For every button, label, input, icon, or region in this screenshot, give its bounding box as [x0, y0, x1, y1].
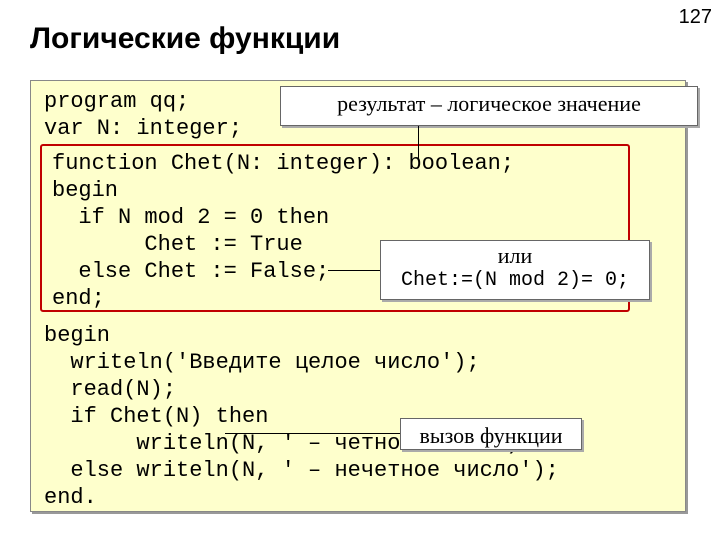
- callout-function-call-text: вызов функции: [419, 423, 562, 448]
- connector-line: [328, 270, 380, 271]
- callout-result-type: результат – логическое значение: [280, 86, 698, 126]
- code-top: program qq; var N: integer;: [44, 88, 242, 142]
- callout-function-call: вызов функции: [400, 418, 582, 450]
- connector-line: [225, 433, 400, 434]
- callout-alt-line1: или: [391, 243, 639, 269]
- slide-title: Логические функции: [0, 0, 720, 56]
- callout-result-type-text: результат – логическое значение: [337, 91, 641, 116]
- callout-alt-line2: Chet:=(N mod 2)= 0;: [391, 269, 639, 293]
- code-bottom: begin writeln('Введите целое число'); re…: [44, 322, 559, 511]
- page-number: 127: [679, 6, 712, 29]
- callout-alternative: или Chet:=(N mod 2)= 0;: [380, 240, 650, 300]
- connector-line: [418, 126, 419, 159]
